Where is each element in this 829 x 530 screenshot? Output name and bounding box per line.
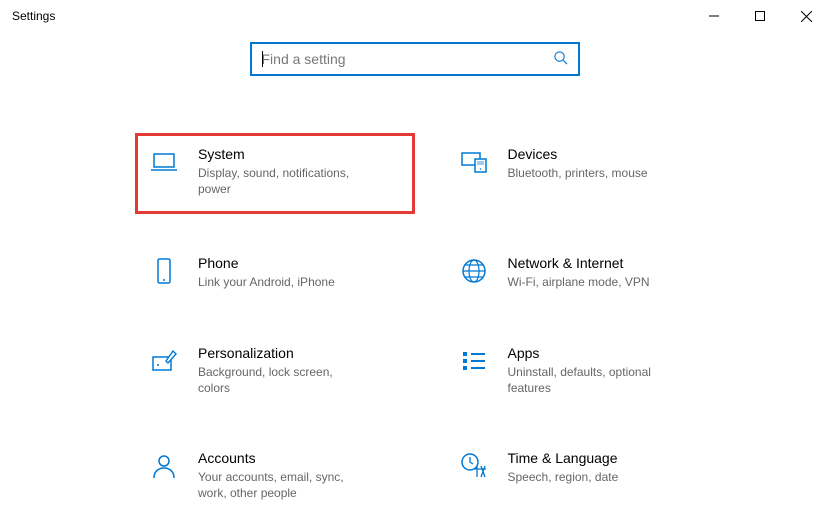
tile-phone[interactable]: Phone Link your Android, iPhone: [140, 249, 410, 296]
apps-list-icon: [458, 345, 490, 377]
window-controls: [691, 0, 829, 32]
maximize-button[interactable]: [737, 0, 783, 32]
window-title: Settings: [12, 9, 55, 23]
settings-grid: System Display, sound, notifications, po…: [0, 100, 829, 507]
tile-desc: Link your Android, iPhone: [198, 274, 368, 290]
tile-title: Network & Internet: [508, 255, 712, 271]
tile-desc: Wi-Fi, airplane mode, VPN: [508, 274, 678, 290]
person-icon: [148, 450, 180, 482]
text-caret: [262, 51, 263, 67]
search-container: [0, 32, 829, 100]
tile-devices[interactable]: Devices Bluetooth, printers, mouse: [450, 140, 720, 207]
devices-icon: [458, 146, 490, 178]
phone-icon: [148, 255, 180, 287]
time-language-icon: [458, 450, 490, 482]
tile-personalization[interactable]: Personalization Background, lock screen,…: [140, 339, 410, 402]
close-button[interactable]: [783, 0, 829, 32]
tile-title: Accounts: [198, 450, 402, 466]
tile-title: System: [198, 146, 402, 162]
tile-time-language[interactable]: Time & Language Speech, region, date: [450, 444, 720, 507]
tile-desc: Bluetooth, printers, mouse: [508, 165, 678, 181]
tile-desc: Uninstall, defaults, optional features: [508, 364, 678, 396]
search-box[interactable]: [250, 42, 580, 76]
tile-system[interactable]: System Display, sound, notifications, po…: [138, 136, 412, 211]
tile-desc: Your accounts, email, sync, work, other …: [198, 469, 368, 501]
tile-title: Personalization: [198, 345, 402, 361]
search-input[interactable]: [262, 51, 553, 67]
tile-network[interactable]: Network & Internet Wi-Fi, airplane mode,…: [450, 249, 720, 296]
tile-desc: Display, sound, notifications, power: [198, 165, 368, 197]
tile-title: Devices: [508, 146, 712, 162]
tile-desc: Background, lock screen, colors: [198, 364, 368, 396]
titlebar: Settings: [0, 0, 829, 32]
laptop-icon: [148, 146, 180, 178]
paintbrush-icon: [148, 345, 180, 377]
globe-icon: [458, 255, 490, 287]
tile-title: Apps: [508, 345, 712, 361]
search-icon: [553, 50, 568, 68]
tile-apps[interactable]: Apps Uninstall, defaults, optional featu…: [450, 339, 720, 402]
tile-title: Time & Language: [508, 450, 712, 466]
tile-title: Phone: [198, 255, 402, 271]
tile-accounts[interactable]: Accounts Your accounts, email, sync, wor…: [140, 444, 410, 507]
minimize-button[interactable]: [691, 0, 737, 32]
tile-desc: Speech, region, date: [508, 469, 678, 485]
